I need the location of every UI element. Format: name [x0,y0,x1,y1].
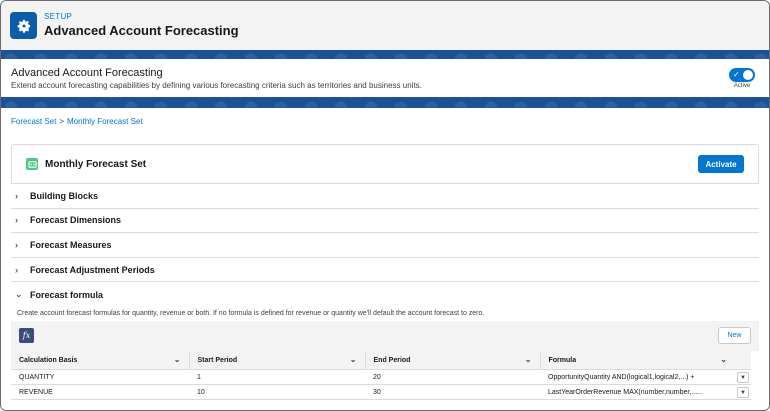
table-row: QUANTITY 1 20 OpportunityQuantity AND(lo… [11,369,751,386]
column-header-end-period[interactable]: End Period ⌄ [365,350,541,371]
row-actions-button[interactable]: ▼ [737,387,749,399]
section-label: Building Blocks [30,190,99,201]
cell-end-period: 20 [365,369,540,386]
formula-description: Create account forecast formulas for qua… [17,309,485,317]
chevron-right-icon: › [15,190,18,201]
feature-toggle[interactable]: ✓ [729,67,755,82]
section-forecast-adjustment-periods[interactable]: › Forecast Adjustment Periods [11,258,759,283]
toggle-status-label: Active [733,82,751,89]
breadcrumb-link-forecast-set[interactable]: Forecast Set [11,117,56,126]
column-header-start-period[interactable]: Start Period ⌄ [189,350,366,371]
forecast-set-card-header: Monthly Forecast Set Activate [11,144,759,184]
feature-band: Advanced Account Forecasting Extend acco… [1,50,769,108]
chevron-down-icon[interactable]: ⌄ [525,355,532,364]
feature-description: Extend account forecasting capabilities … [11,80,422,90]
table-header-row: Calculation Basis ⌄ Start Period ⌄ End Per… [11,350,751,371]
section-forecast-measures[interactable]: › Forecast Measures [11,233,759,258]
formula-text: OpportunityQuantity AND(logical1,logical… [548,373,695,381]
section-forecast-formula[interactable]: ⌄ Forecast formula [11,282,759,307]
chevron-right-icon: › [15,264,18,275]
row-actions-button[interactable]: ▼ [737,372,749,384]
formula-fx-icon: fx [19,328,34,344]
formula-table: Calculation Basis ⌄ Start Period ⌄ End Per… [11,350,751,401]
table-row: REVENUE 10 30 LastYearOrderRevenue MAX(n… [11,384,751,401]
chevron-right-icon: › [15,239,18,250]
breadcrumb: Forecast Set > Monthly Forecast Set [1,108,769,144]
main-content: Forecast Set > Monthly Forecast Set Monthl… [1,108,769,410]
breadcrumb-link-monthly-forecast-set[interactable]: Monthly Forecast Set [67,117,143,126]
check-icon: ✓ [733,69,740,79]
cell-formula: LastYearOrderRevenue MAX(number,number,.… [540,384,751,401]
page-title: Advanced Account Forecasting [44,23,239,38]
new-formula-button[interactable]: New [718,327,751,345]
forecast-set-icon [26,158,38,170]
column-header-calculation-basis[interactable]: Calculation Basis ⌄ [11,350,190,371]
feature-panel: Advanced Account Forecasting Extend acco… [1,59,769,97]
section-label: Forecast formula [30,289,104,300]
section-label: Forecast Measures [30,239,112,250]
section-label: Forecast Adjustment Periods [30,264,155,275]
chevron-down-icon[interactable]: ⌄ [720,355,727,364]
cell-basis: REVENUE [11,384,189,401]
chevron-right-icon: › [15,215,18,226]
cell-basis: QUANTITY [11,369,189,386]
page-header: SETUP Advanced Account Forecasting [1,1,769,50]
cell-start-period: 10 [189,384,365,401]
section-label: Forecast Dimensions [30,215,122,226]
cell-end-period: 30 [365,384,540,401]
formula-text: LastYearOrderRevenue MAX(number,number,.… [548,388,703,396]
section-forecast-dimensions[interactable]: › Forecast Dimensions [11,209,759,234]
activate-button[interactable]: Activate [698,155,744,173]
breadcrumb-separator: > [59,117,65,126]
chevron-down-icon[interactable]: ⌄ [350,355,357,364]
app-window: SETUP Advanced Account Forecasting Advan… [0,0,770,411]
cell-formula: OpportunityQuantity AND(logical1,logical… [540,369,751,386]
section-building-blocks[interactable]: › Building Blocks [11,184,759,209]
cell-start-period: 1 [189,369,365,386]
gear-icon [10,12,37,39]
feature-title: Advanced Account Forecasting [11,66,163,79]
chevron-down-icon: ⌄ [15,289,23,300]
chevron-down-icon[interactable]: ⌄ [174,355,181,364]
formula-toolbar: fx New [11,320,759,351]
column-header-formula[interactable]: Formula ⌄ [540,350,751,371]
setup-label: SETUP [44,12,73,21]
forecast-set-title: Monthly Forecast Set [45,158,147,170]
